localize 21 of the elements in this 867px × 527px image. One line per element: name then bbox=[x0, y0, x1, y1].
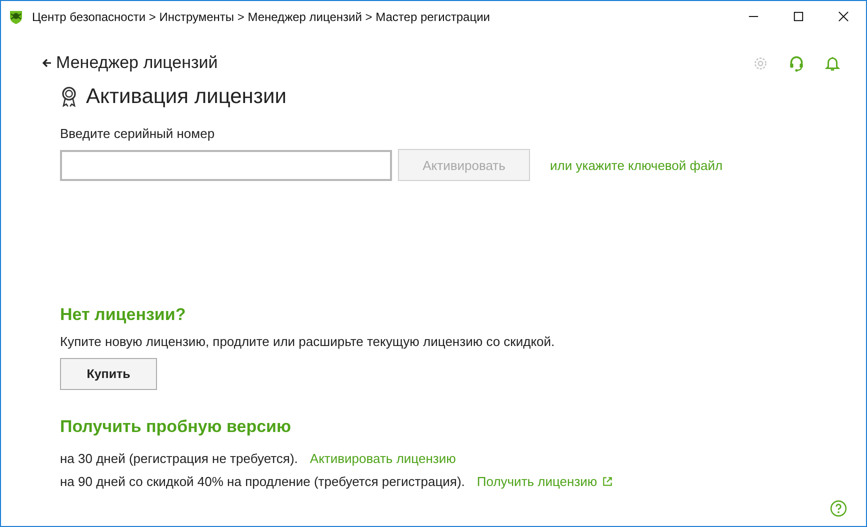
headset-icon[interactable] bbox=[788, 54, 805, 72]
app-logo-icon bbox=[8, 8, 24, 24]
trial-link[interactable]: Активировать лицензию bbox=[310, 451, 456, 466]
page-title: Активация лицензии bbox=[86, 85, 286, 109]
section-heading: Получить пробную версию bbox=[60, 417, 292, 437]
award-icon bbox=[60, 86, 78, 108]
buy-button[interactable]: Купить bbox=[60, 358, 157, 390]
back-arrow-icon bbox=[42, 58, 52, 68]
serial-number-field[interactable] bbox=[60, 150, 392, 180]
buy-description: Купите новую лицензию, продлите или расширьте текущую лицензию со скидкой. bbox=[60, 334, 556, 349]
trial-option-text: на 90 дней со скидкой 40% на продление (требуется регистрация). bbox=[60, 474, 465, 489]
settings-icon[interactable] bbox=[752, 54, 769, 72]
window-title: Центр безопасности > Инструменты > Менеджер лицензий > Мастер регистрации bbox=[32, 10, 490, 24]
key-file-link[interactable]: или укажите ключевой файл bbox=[550, 158, 723, 172]
bell-icon[interactable] bbox=[824, 54, 841, 72]
help-icon[interactable] bbox=[830, 500, 847, 517]
trial-option-text: на 30 дней (регистрация не требуется). bbox=[60, 451, 298, 466]
section-heading: Нет лицензии? bbox=[60, 305, 187, 325]
trial-link[interactable]: Получить лицензию bbox=[476, 474, 598, 489]
serial-number-label: Введите серийный номер bbox=[60, 126, 216, 141]
external-link-icon bbox=[602, 476, 614, 487]
